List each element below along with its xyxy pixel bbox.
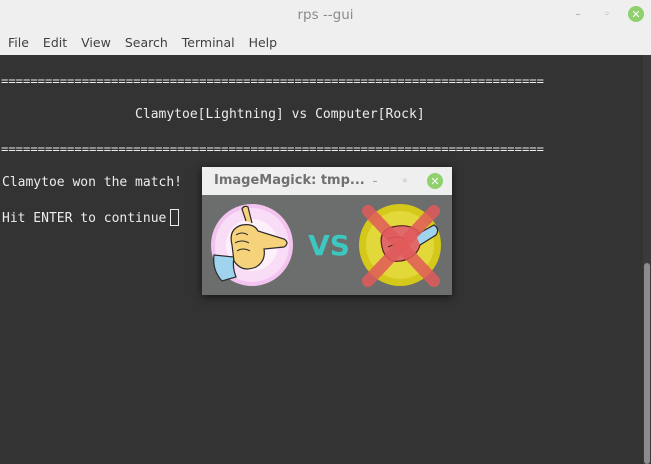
menu-help[interactable]: Help [242, 35, 285, 50]
menu-view[interactable]: View [74, 35, 118, 50]
menu-search[interactable]: Search [118, 35, 175, 50]
minimize-icon[interactable]: – [570, 6, 586, 22]
scrollbar-thumb[interactable] [644, 263, 650, 464]
prompt-line: Hit ENTER to continue [2, 209, 180, 227]
player-lightning-icon [211, 204, 293, 286]
imagemagick-titlebar[interactable]: ImageMagick: tmp... – ◦ ✕ [202, 167, 452, 195]
terminal-scrollbar[interactable] [643, 55, 651, 464]
maximize-icon[interactable]: ◦ [599, 6, 615, 22]
menu-edit[interactable]: Edit [36, 35, 74, 50]
imagemagick-close-icon[interactable]: ✕ [427, 173, 443, 189]
matchup-image: VS [211, 204, 441, 287]
menu-file[interactable]: File [0, 35, 36, 50]
text-cursor [170, 209, 180, 226]
imagemagick-window: ImageMagick: tmp... – ◦ ✕ VS [202, 167, 452, 295]
close-icon[interactable]: ✕ [628, 6, 644, 22]
separator-line-top: ========================================… [1, 74, 544, 88]
computer-rock-icon [359, 204, 441, 287]
matchup-line: Clamytoe[Lightning] vs Computer[Rock] [2, 107, 425, 122]
window-titlebar[interactable]: rps --gui – ◦ ✕ [0, 0, 651, 29]
imagemagick-title: ImageMagick: tmp... [214, 173, 365, 188]
menu-bar: File Edit View Search Terminal Help [0, 29, 651, 55]
imagemagick-maximize-icon[interactable]: ◦ [397, 173, 413, 189]
imagemagick-minimize-icon[interactable]: – [367, 173, 383, 189]
prompt-text: Hit ENTER to continue [2, 211, 167, 226]
vs-text: VS [308, 229, 350, 262]
result-line: Clamytoe won the match! [2, 175, 183, 190]
window-title: rps --gui [297, 6, 354, 23]
separator-line-bottom: ========================================… [1, 142, 544, 156]
menu-terminal[interactable]: Terminal [175, 35, 242, 50]
